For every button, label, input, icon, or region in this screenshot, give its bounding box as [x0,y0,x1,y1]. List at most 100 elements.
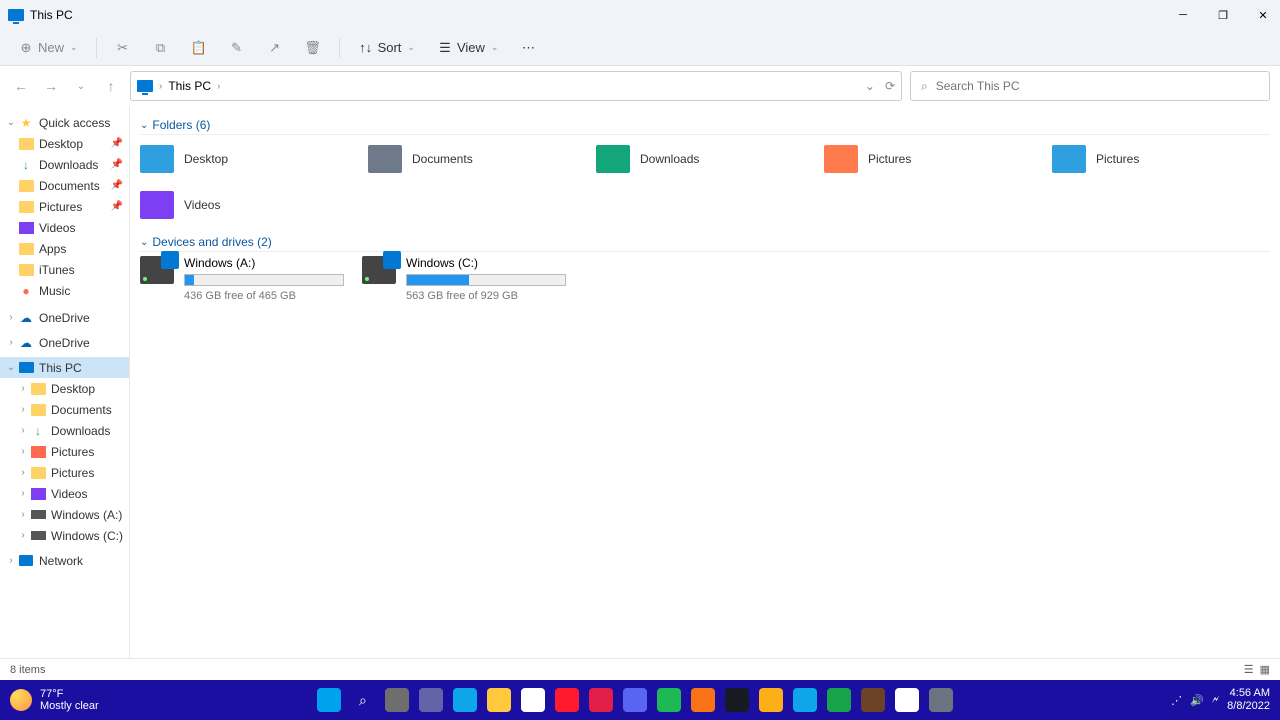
content-area: ⌄Folders (6) DesktopDocumentsDownloadsPi… [130,106,1280,658]
close-button[interactable]: ✕ [1254,6,1272,24]
weather-temp: 77°F [40,688,99,700]
folder-icon [824,145,858,173]
titlebar: This PC ─ ❐ ✕ [0,0,1280,30]
weather-icon [10,689,32,711]
folder-icon [140,145,174,173]
taskbar-app-steam[interactable] [725,688,749,712]
nav-row: ← → ⌄ ↑ › This PC › ⌄ ⟳ ⌕ [0,66,1280,106]
taskbar-app-opera_gx[interactable] [555,688,579,712]
sidebar-item[interactable]: ›Windows (C:) [0,525,129,546]
forward-button[interactable]: → [40,75,62,97]
sidebar-item-network[interactable]: ›Network [0,550,129,571]
taskbar-app-edge[interactable] [453,688,477,712]
taskbar-app-app_red[interactable] [589,688,613,712]
sidebar-item[interactable]: Documents📌 [0,175,129,196]
share-button[interactable]: ↗ [261,34,289,62]
sidebar-item[interactable]: ›↓Downloads [0,420,129,441]
up-button[interactable]: ↑ [100,75,122,97]
sidebar-item[interactable]: Pictures📌 [0,196,129,217]
sidebar-item[interactable]: ›Pictures [0,441,129,462]
sidebar-item-onedrive[interactable]: ›☁OneDrive [0,307,129,328]
addressbar-pc-icon [137,80,153,92]
taskbar-app-discord[interactable] [623,688,647,712]
window-title: This PC [30,8,73,22]
folder-item[interactable]: Desktop [140,139,358,179]
battery-icon[interactable]: 🗲 [1212,694,1219,707]
delete-button[interactable]: 🗑 [299,34,327,62]
taskbar-app-rockstar[interactable] [759,688,783,712]
sidebar-item[interactable]: ›Videos [0,483,129,504]
sidebar-item-this-pc[interactable]: ⌄This PC [0,357,129,378]
taskbar-app-app_green[interactable] [827,688,851,712]
folder-item[interactable]: Documents [368,139,586,179]
taskbar-app-search[interactable]: ⌕ [351,688,375,712]
view-button[interactable]: ☰View⌄ [431,34,505,62]
group-header-drives[interactable]: ⌄Devices and drives (2) [140,235,1270,252]
details-view-icon[interactable]: ☰ [1244,663,1254,676]
weather-widget[interactable]: 77°F Mostly clear [10,688,99,712]
group-header-folders[interactable]: ⌄Folders (6) [140,118,1270,135]
refresh-button[interactable]: ⟳ [885,79,895,93]
sidebar-item-quick-access[interactable]: ⌄★Quick access [0,112,129,133]
minimize-button[interactable]: ─ [1174,6,1192,24]
history-dropdown-icon[interactable]: ⌄ [865,79,875,93]
search-input[interactable] [936,79,1259,93]
taskbar-app-settings[interactable] [929,688,953,712]
back-button[interactable]: ← [10,75,32,97]
cut-button[interactable]: ✂ [109,34,137,62]
drive-usage-bar [184,274,344,286]
pin-icon: 📌 [111,180,123,191]
new-button[interactable]: ⊕New⌄ [12,34,84,62]
taskbar-app-store[interactable] [521,688,545,712]
rename-button[interactable]: ✎ [223,34,251,62]
sidebar-item[interactable]: Apps [0,238,129,259]
taskbar-clock[interactable]: 4:56 AM 8/8/2022 [1227,687,1270,713]
sidebar-item[interactable]: ↓Downloads📌 [0,154,129,175]
taskbar-app-taskview[interactable] [385,688,409,712]
folder-item[interactable]: Pictures [1052,139,1270,179]
pin-icon: 📌 [111,201,123,212]
copy-button[interactable]: ⧉ [147,34,175,62]
sidebar-item[interactable]: ›Pictures [0,462,129,483]
taskbar-app-app_blue[interactable] [793,688,817,712]
taskbar-app-chat[interactable] [419,688,443,712]
sidebar-item[interactable]: ›Windows (A:) [0,504,129,525]
search-box[interactable]: ⌕ [910,71,1270,101]
folder-icon [368,145,402,173]
sidebar-item[interactable]: Videos [0,217,129,238]
recent-down-icon[interactable]: ⌄ [70,75,92,97]
tiles-view-icon[interactable]: ▦ [1260,663,1270,676]
addressbar[interactable]: › This PC › ⌄ ⟳ [130,71,902,101]
folder-item[interactable]: Downloads [596,139,814,179]
taskbar-app-spotify[interactable] [657,688,681,712]
volume-icon[interactable]: 🔊 [1190,694,1204,707]
sort-button[interactable]: ↑↓Sort⌄ [352,34,421,62]
breadcrumb[interactable]: This PC [168,79,211,93]
folder-item[interactable]: Pictures [824,139,1042,179]
taskbar-app-file_explorer[interactable] [487,688,511,712]
wifi-icon[interactable]: ⋰ [1171,694,1182,707]
taskbar-app-app_orange[interactable] [691,688,715,712]
maximize-button[interactable]: ❐ [1214,6,1232,24]
taskbar-app-start[interactable] [317,688,341,712]
taskbar-app-minecraft[interactable] [861,688,885,712]
sidebar-item[interactable]: Desktop📌 [0,133,129,154]
drive-icon [362,256,396,284]
pin-icon: 📌 [111,138,123,149]
this-pc-icon [8,9,24,21]
drive-item[interactable]: Windows (C:)563 GB free of 929 GB [362,256,572,302]
sidebar-item[interactable]: ›Desktop [0,378,129,399]
sidebar-item-onedrive[interactable]: ›☁OneDrive [0,332,129,353]
sidebar-item[interactable]: ●Music [0,280,129,301]
sidebar-item[interactable]: iTunes [0,259,129,280]
more-button[interactable]: ⋯ [514,34,542,62]
taskbar: 77°F Mostly clear ⌕ ⋰ 🔊 🗲 4:56 AM 8/8/20… [0,680,1280,720]
pin-icon: 📌 [111,159,123,170]
system-tray[interactable]: ⋰ 🔊 🗲 4:56 AM 8/8/2022 [1171,687,1270,713]
drive-item[interactable]: Windows (A:)436 GB free of 465 GB [140,256,350,302]
paste-button[interactable]: 📋 [185,34,213,62]
search-icon: ⌕ [921,79,928,94]
sidebar-item[interactable]: ›Documents [0,399,129,420]
taskbar-app-roblox[interactable] [895,688,919,712]
folder-item[interactable]: Videos [140,185,358,225]
